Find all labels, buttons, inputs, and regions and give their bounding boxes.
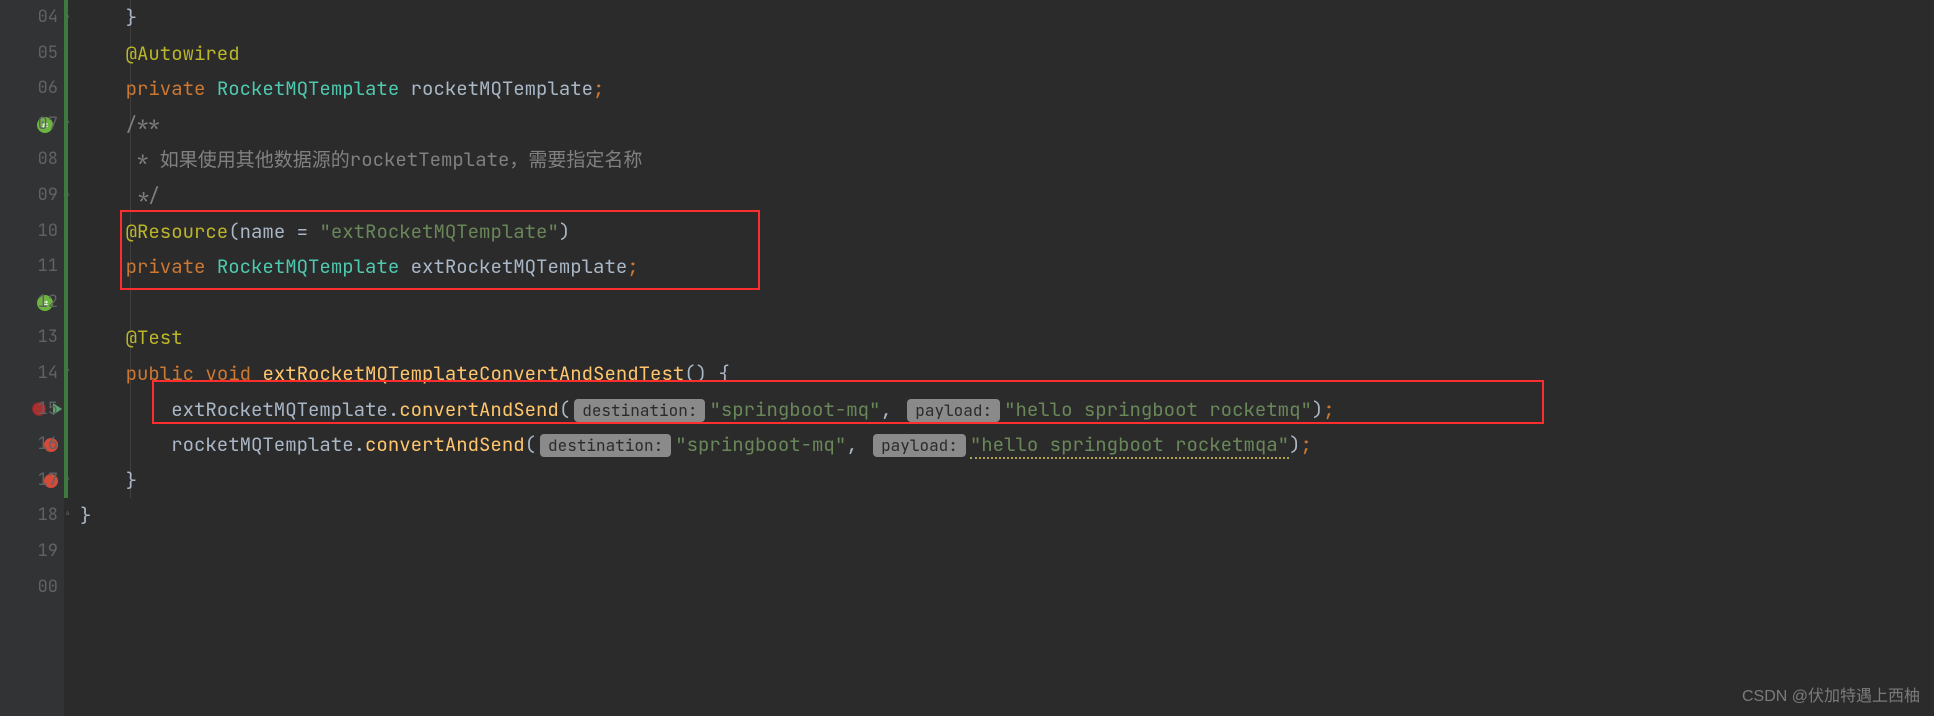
code-editor: 04 05 06 ⇄ 07 08 09 10 11 ⇄ 12 13 14 15 bbox=[0, 0, 1934, 716]
code-line[interactable]: @Autowired bbox=[64, 36, 1934, 72]
brace: } bbox=[80, 503, 91, 528]
type: RocketMQTemplate bbox=[217, 254, 399, 279]
line-number: 00 bbox=[0, 570, 58, 606]
string: "hello springboot rocketmq" bbox=[1004, 397, 1312, 422]
method-name: extRocketMQTemplateConvertAndSendTest bbox=[262, 361, 684, 386]
line-number: 07 bbox=[0, 107, 58, 143]
watermark: CSDN @伏加特遇上西柚 bbox=[1742, 682, 1920, 706]
inlay-hint: destination: bbox=[574, 399, 705, 422]
line-number: 09 bbox=[0, 178, 58, 214]
identifier: extRocketMQTemplate bbox=[411, 254, 628, 279]
annotation: @Resource bbox=[126, 219, 229, 244]
code-line[interactable]: public void extRocketMQTemplateConvertAn… bbox=[64, 356, 1934, 392]
string: "springboot-mq" bbox=[675, 432, 846, 457]
code-line[interactable]: private RocketMQTemplate extRocketMQTemp… bbox=[64, 249, 1934, 285]
line-number: 13 bbox=[0, 320, 58, 356]
line-number: 04 bbox=[0, 0, 58, 36]
gutter: 04 05 06 ⇄ 07 08 09 10 11 ⇄ 12 13 14 15 bbox=[0, 0, 64, 716]
line-number: 12 bbox=[0, 285, 58, 321]
fold-up-icon[interactable]: ▵ bbox=[64, 507, 76, 519]
code-line[interactable]: @Test bbox=[64, 320, 1934, 356]
code-line[interactable]: } bbox=[64, 0, 1934, 36]
inlay-hint: payload: bbox=[907, 399, 1000, 422]
keyword: private bbox=[126, 254, 206, 279]
annotation: @Test bbox=[126, 325, 183, 350]
code-line[interactable]: private RocketMQTemplate rocketMQTemplat… bbox=[64, 71, 1934, 107]
inlay-hint: payload: bbox=[873, 434, 966, 457]
line-number: 18 bbox=[0, 498, 58, 534]
method-call: convertAndSend bbox=[365, 432, 525, 457]
keyword: void bbox=[205, 361, 251, 386]
code-line[interactable]: } bbox=[64, 498, 1934, 534]
keyword: public bbox=[126, 361, 194, 386]
code-area[interactable]: } @Autowired private RocketMQTemplate ro… bbox=[64, 0, 1934, 716]
type: RocketMQTemplate bbox=[217, 76, 399, 101]
code-line[interactable] bbox=[64, 285, 1934, 321]
identifier: rocketMQTemplate bbox=[411, 76, 593, 101]
inlay-hint: destination: bbox=[540, 434, 671, 457]
code-line[interactable]: * 如果使用其他数据源的rocketTemplate，需要指定名称 bbox=[64, 142, 1934, 178]
vcs-change-marker bbox=[64, 0, 68, 498]
line-number: 14 bbox=[0, 356, 58, 392]
comment: /** bbox=[126, 112, 160, 137]
line-number: 06 ⇄ bbox=[0, 71, 58, 107]
string: "extRocketMQTemplate" bbox=[319, 219, 558, 244]
brace: } bbox=[80, 5, 137, 30]
method-call: convertAndSend bbox=[399, 397, 559, 422]
code-line[interactable]: /** bbox=[64, 107, 1934, 143]
line-number: 19 bbox=[0, 534, 58, 570]
code-line[interactable]: } bbox=[64, 463, 1934, 499]
code-line[interactable]: rocketMQTemplate.convertAndSend(destinat… bbox=[64, 427, 1934, 463]
code-line[interactable]: extRocketMQTemplate.convertAndSend(desti… bbox=[64, 392, 1934, 428]
comment: */ bbox=[126, 183, 160, 208]
brace: } bbox=[80, 468, 137, 493]
line-number: 17 bbox=[0, 463, 58, 499]
keyword: private bbox=[126, 76, 206, 101]
line-number: 11 ⇄ bbox=[0, 249, 58, 285]
line-number: 08 bbox=[0, 142, 58, 178]
code-line[interactable]: @Resource(name = "extRocketMQTemplate") bbox=[64, 214, 1934, 250]
line-number: 10 bbox=[0, 214, 58, 250]
line-number: 05 bbox=[0, 36, 58, 72]
string: "springboot-mq" bbox=[709, 397, 880, 422]
identifier: extRocketMQTemplate bbox=[171, 397, 388, 422]
string: "hello springboot rocketmqa" bbox=[970, 432, 1289, 459]
line-number: 16 bbox=[0, 427, 58, 463]
comment: * 如果使用其他数据源的rocketTemplate，需要指定名称 bbox=[126, 147, 643, 172]
annotation: @Autowired bbox=[126, 41, 240, 66]
line-number: 15 bbox=[0, 392, 58, 428]
identifier: rocketMQTemplate bbox=[171, 432, 353, 457]
code-line[interactable]: */ bbox=[64, 178, 1934, 214]
